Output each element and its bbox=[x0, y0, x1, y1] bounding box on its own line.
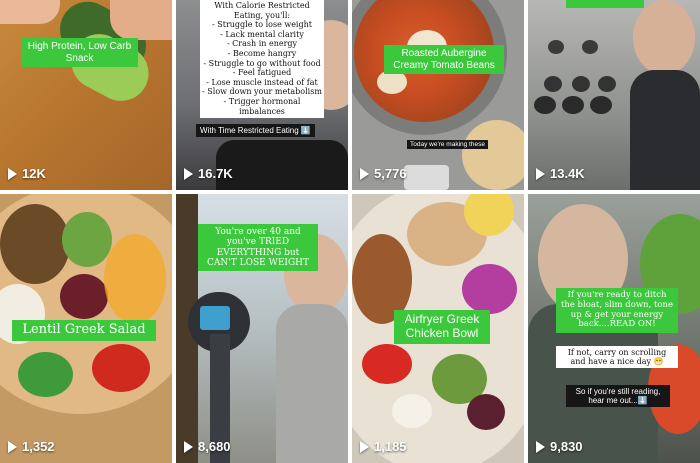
play-icon bbox=[536, 167, 545, 180]
video-caption: Lentil Greek Salad bbox=[12, 320, 156, 341]
video-tile-4[interactable]: 13.4K bbox=[528, 0, 700, 190]
view-count: 1,352 bbox=[8, 439, 55, 454]
video-grid: High Protein, Low Carb Snack 12K With Ca… bbox=[0, 0, 700, 463]
view-count: 16.7K bbox=[184, 166, 233, 181]
video-subtitle: Today we're making these bbox=[407, 140, 488, 149]
video-tile-8[interactable]: If you're ready to ditch the bloat, slim… bbox=[528, 194, 700, 463]
video-tile-5[interactable]: Lentil Greek Salad 1,352 bbox=[0, 194, 172, 463]
view-count: 8,680 bbox=[184, 439, 231, 454]
view-count: 13.4K bbox=[536, 166, 585, 181]
video-caption: High Protein, Low Carb Snack bbox=[21, 38, 138, 67]
video-caption: With Time Restricted Eating ⬇️ bbox=[196, 124, 315, 137]
video-caption: If you're ready to ditch the bloat, slim… bbox=[556, 288, 678, 334]
video-tile-7[interactable]: Airfryer Greek Chicken Bowl 1,185 bbox=[352, 194, 524, 463]
view-count: 5,776 bbox=[360, 166, 407, 181]
video-subtitle-2: So if you're still reading, hear me out.… bbox=[566, 385, 670, 408]
video-caption: You're over 40 and you've TRIED EVERYTHI… bbox=[198, 224, 318, 272]
video-caption: Roasted Aubergine Creamy Tomato Beans bbox=[384, 45, 504, 74]
play-icon bbox=[184, 167, 193, 180]
play-icon bbox=[8, 167, 17, 180]
view-count: 12K bbox=[8, 166, 46, 181]
view-count: 1,185 bbox=[360, 439, 407, 454]
video-subtitle-1: If not, carry on scrolling and have a ni… bbox=[556, 346, 678, 369]
video-tile-3[interactable]: Roasted Aubergine Creamy Tomato Beans To… bbox=[352, 0, 524, 190]
play-icon bbox=[536, 440, 545, 453]
play-icon bbox=[184, 440, 193, 453]
play-icon bbox=[360, 440, 369, 453]
play-icon bbox=[360, 167, 369, 180]
video-tile-2[interactable]: With Calorie Restricted Eating, you'll: … bbox=[176, 0, 348, 190]
video-tile-1[interactable]: High Protein, Low Carb Snack 12K bbox=[0, 0, 172, 190]
benefits-text-card: With Calorie Restricted Eating, you'll: … bbox=[200, 0, 324, 118]
video-caption-bar bbox=[566, 0, 644, 8]
video-caption: Airfryer Greek Chicken Bowl bbox=[394, 310, 490, 344]
play-icon bbox=[8, 440, 17, 453]
view-count: 9,830 bbox=[536, 439, 583, 454]
video-tile-6[interactable]: You're over 40 and you've TRIED EVERYTHI… bbox=[176, 194, 348, 463]
